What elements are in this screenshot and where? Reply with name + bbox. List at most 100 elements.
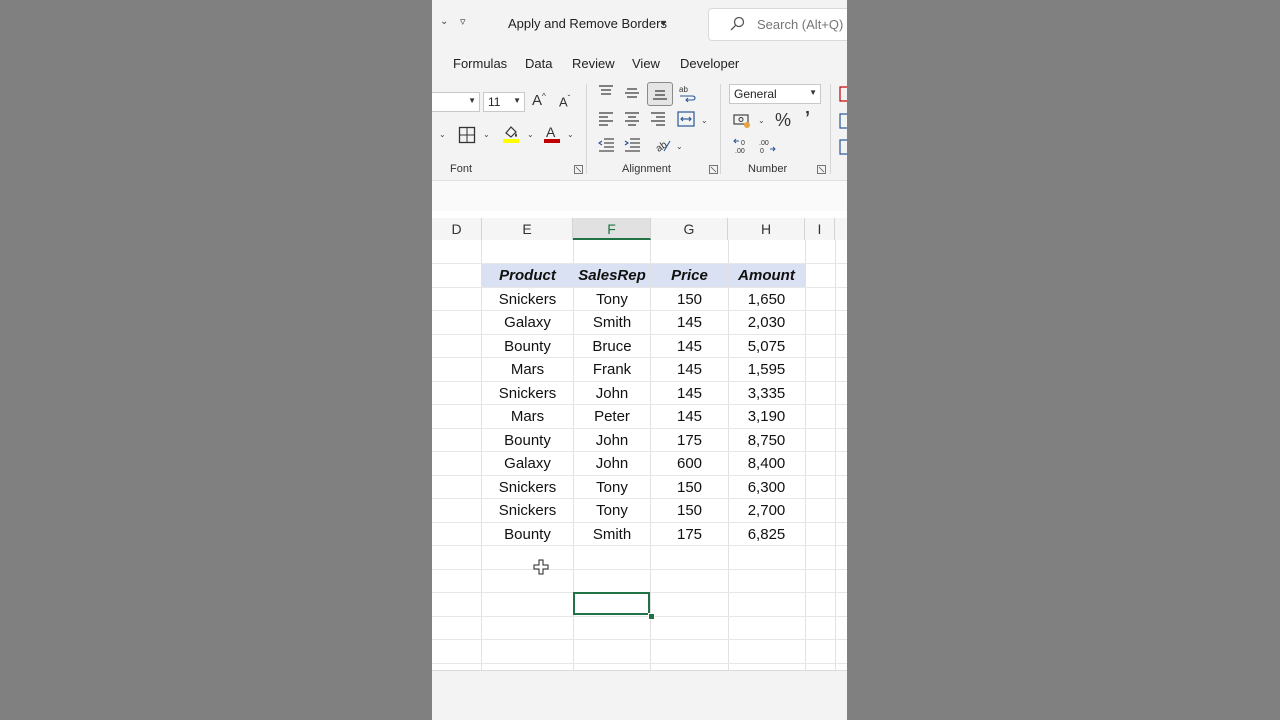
font-size-dropdown-icon[interactable]: ▼: [513, 96, 521, 105]
table-cell[interactable]: 175: [651, 523, 728, 546]
decrease-font-size-icon[interactable]: Aˇ: [559, 94, 570, 109]
font-color-icon[interactable]: A: [543, 124, 561, 144]
font-color-dropdown-icon[interactable]: ⌄: [567, 130, 574, 139]
column-header-d[interactable]: D: [432, 218, 482, 240]
percent-style-icon[interactable]: %: [775, 110, 791, 131]
fill-color-dropdown-icon[interactable]: ⌄: [527, 130, 534, 139]
conditional-formatting-icon[interactable]: [839, 86, 847, 102]
table-cell[interactable]: 6,825: [728, 523, 805, 546]
tab-formulas[interactable]: Formulas: [453, 56, 507, 71]
borders-icon[interactable]: [458, 126, 476, 144]
table-cell[interactable]: 145: [651, 311, 728, 334]
table-cell[interactable]: Snickers: [482, 382, 573, 405]
table-cell[interactable]: 5,075: [728, 335, 805, 358]
alignment-dialog-launcher-icon[interactable]: [709, 165, 718, 174]
underline-dropdown-icon[interactable]: ⌄: [439, 130, 446, 139]
table-cell[interactable]: Bounty: [482, 523, 573, 546]
table-cell[interactable]: 3,335: [728, 382, 805, 405]
borders-dropdown-icon[interactable]: ⌄: [483, 130, 490, 139]
table-cell[interactable]: Galaxy: [482, 452, 573, 475]
decrease-decimal-icon[interactable]: .00 0: [758, 138, 776, 154]
column-header-i[interactable]: I: [805, 218, 835, 240]
table-cell[interactable]: 8,750: [728, 429, 805, 452]
fill-color-icon[interactable]: [502, 124, 520, 144]
table-cell[interactable]: 3,190: [728, 405, 805, 428]
customize-quick-access-icon[interactable]: ▿: [460, 15, 466, 28]
decrease-indent-icon[interactable]: [598, 138, 615, 152]
table-cell[interactable]: John: [573, 382, 651, 405]
bottom-align-button[interactable]: [647, 82, 673, 106]
table-cell[interactable]: Tony: [573, 499, 651, 522]
table-cell[interactable]: Snickers: [482, 288, 573, 311]
table-cell[interactable]: 150: [651, 476, 728, 499]
table-cell[interactable]: Snickers: [482, 499, 573, 522]
table-cell[interactable]: 8,400: [728, 452, 805, 475]
wrap-text-icon[interactable]: ab: [678, 84, 696, 102]
table-cell[interactable]: 1,595: [728, 358, 805, 381]
table-cell[interactable]: Frank: [573, 358, 651, 381]
tab-review[interactable]: Review: [572, 56, 615, 71]
table-cell[interactable]: 145: [651, 358, 728, 381]
number-dialog-launcher-icon[interactable]: [817, 165, 826, 174]
cell-styles-icon[interactable]: [839, 139, 847, 155]
fill-handle[interactable]: [648, 613, 655, 620]
table-header-product[interactable]: Product: [482, 264, 573, 287]
font-dialog-launcher-icon[interactable]: [574, 165, 583, 174]
increase-decimal-icon[interactable]: 0 .00: [733, 138, 751, 154]
table-cell[interactable]: Smith: [573, 523, 651, 546]
table-cell[interactable]: 150: [651, 288, 728, 311]
table-cell[interactable]: 145: [651, 335, 728, 358]
search-box[interactable]: [708, 8, 847, 41]
orientation-icon[interactable]: ab: [654, 137, 672, 153]
table-cell[interactable]: 150: [651, 499, 728, 522]
table-cell[interactable]: Tony: [573, 476, 651, 499]
middle-align-icon[interactable]: [624, 87, 640, 101]
table-cell[interactable]: Bruce: [573, 335, 651, 358]
column-header-e[interactable]: E: [482, 218, 573, 240]
number-format-dropdown-icon[interactable]: ▼: [809, 88, 817, 97]
table-header-price[interactable]: Price: [651, 264, 728, 287]
align-center-icon[interactable]: [624, 112, 640, 126]
align-right-icon[interactable]: [650, 112, 666, 126]
table-header-amount[interactable]: Amount: [728, 264, 805, 287]
table-cell[interactable]: Mars: [482, 358, 573, 381]
accounting-format-icon[interactable]: [733, 113, 753, 129]
table-cell[interactable]: John: [573, 452, 651, 475]
tab-data[interactable]: Data: [525, 56, 552, 71]
table-cell[interactable]: 1,650: [728, 288, 805, 311]
increase-font-size-icon[interactable]: A^: [532, 92, 546, 109]
table-cell[interactable]: Bounty: [482, 335, 573, 358]
column-header-f[interactable]: F: [573, 218, 651, 240]
table-cell[interactable]: John: [573, 429, 651, 452]
font-size-combo[interactable]: 11 ▼: [483, 92, 525, 112]
number-format-combo[interactable]: General ▼: [729, 84, 821, 104]
table-cell[interactable]: Tony: [573, 288, 651, 311]
table-cell[interactable]: Peter: [573, 405, 651, 428]
table-cell[interactable]: Bounty: [482, 429, 573, 452]
font-name-combo[interactable]: ▼: [432, 92, 480, 112]
merge-dropdown-icon[interactable]: ⌄: [701, 116, 708, 125]
document-title-chevron-icon[interactable]: ▼: [659, 18, 668, 28]
orientation-dropdown-icon[interactable]: ⌄: [676, 142, 683, 151]
table-cell[interactable]: Mars: [482, 405, 573, 428]
table-cell[interactable]: Smith: [573, 311, 651, 334]
table-cell[interactable]: 145: [651, 405, 728, 428]
table-cell[interactable]: Snickers: [482, 476, 573, 499]
tab-view[interactable]: View: [632, 56, 660, 71]
document-title[interactable]: Apply and Remove Borders: [508, 16, 667, 31]
worksheet-grid[interactable]: Product SalesRep Price Amount Snickers T…: [432, 240, 847, 670]
table-cell[interactable]: 2,700: [728, 499, 805, 522]
undo-dropdown-chevron-icon[interactable]: ⌄: [440, 16, 448, 27]
table-cell[interactable]: 6,300: [728, 476, 805, 499]
format-as-table-icon[interactable]: [839, 113, 847, 129]
comma-style-icon[interactable]: ’: [805, 108, 810, 129]
accounting-dropdown-icon[interactable]: ⌄: [758, 116, 765, 125]
table-header-salesrep[interactable]: SalesRep: [573, 264, 651, 287]
tab-developer[interactable]: Developer: [680, 56, 739, 71]
table-cell[interactable]: Galaxy: [482, 311, 573, 334]
table-cell[interactable]: 2,030: [728, 311, 805, 334]
table-cell[interactable]: 175: [651, 429, 728, 452]
active-cell-f[interactable]: [573, 592, 650, 615]
merge-center-icon[interactable]: [677, 111, 695, 127]
column-header-h[interactable]: H: [728, 218, 805, 240]
